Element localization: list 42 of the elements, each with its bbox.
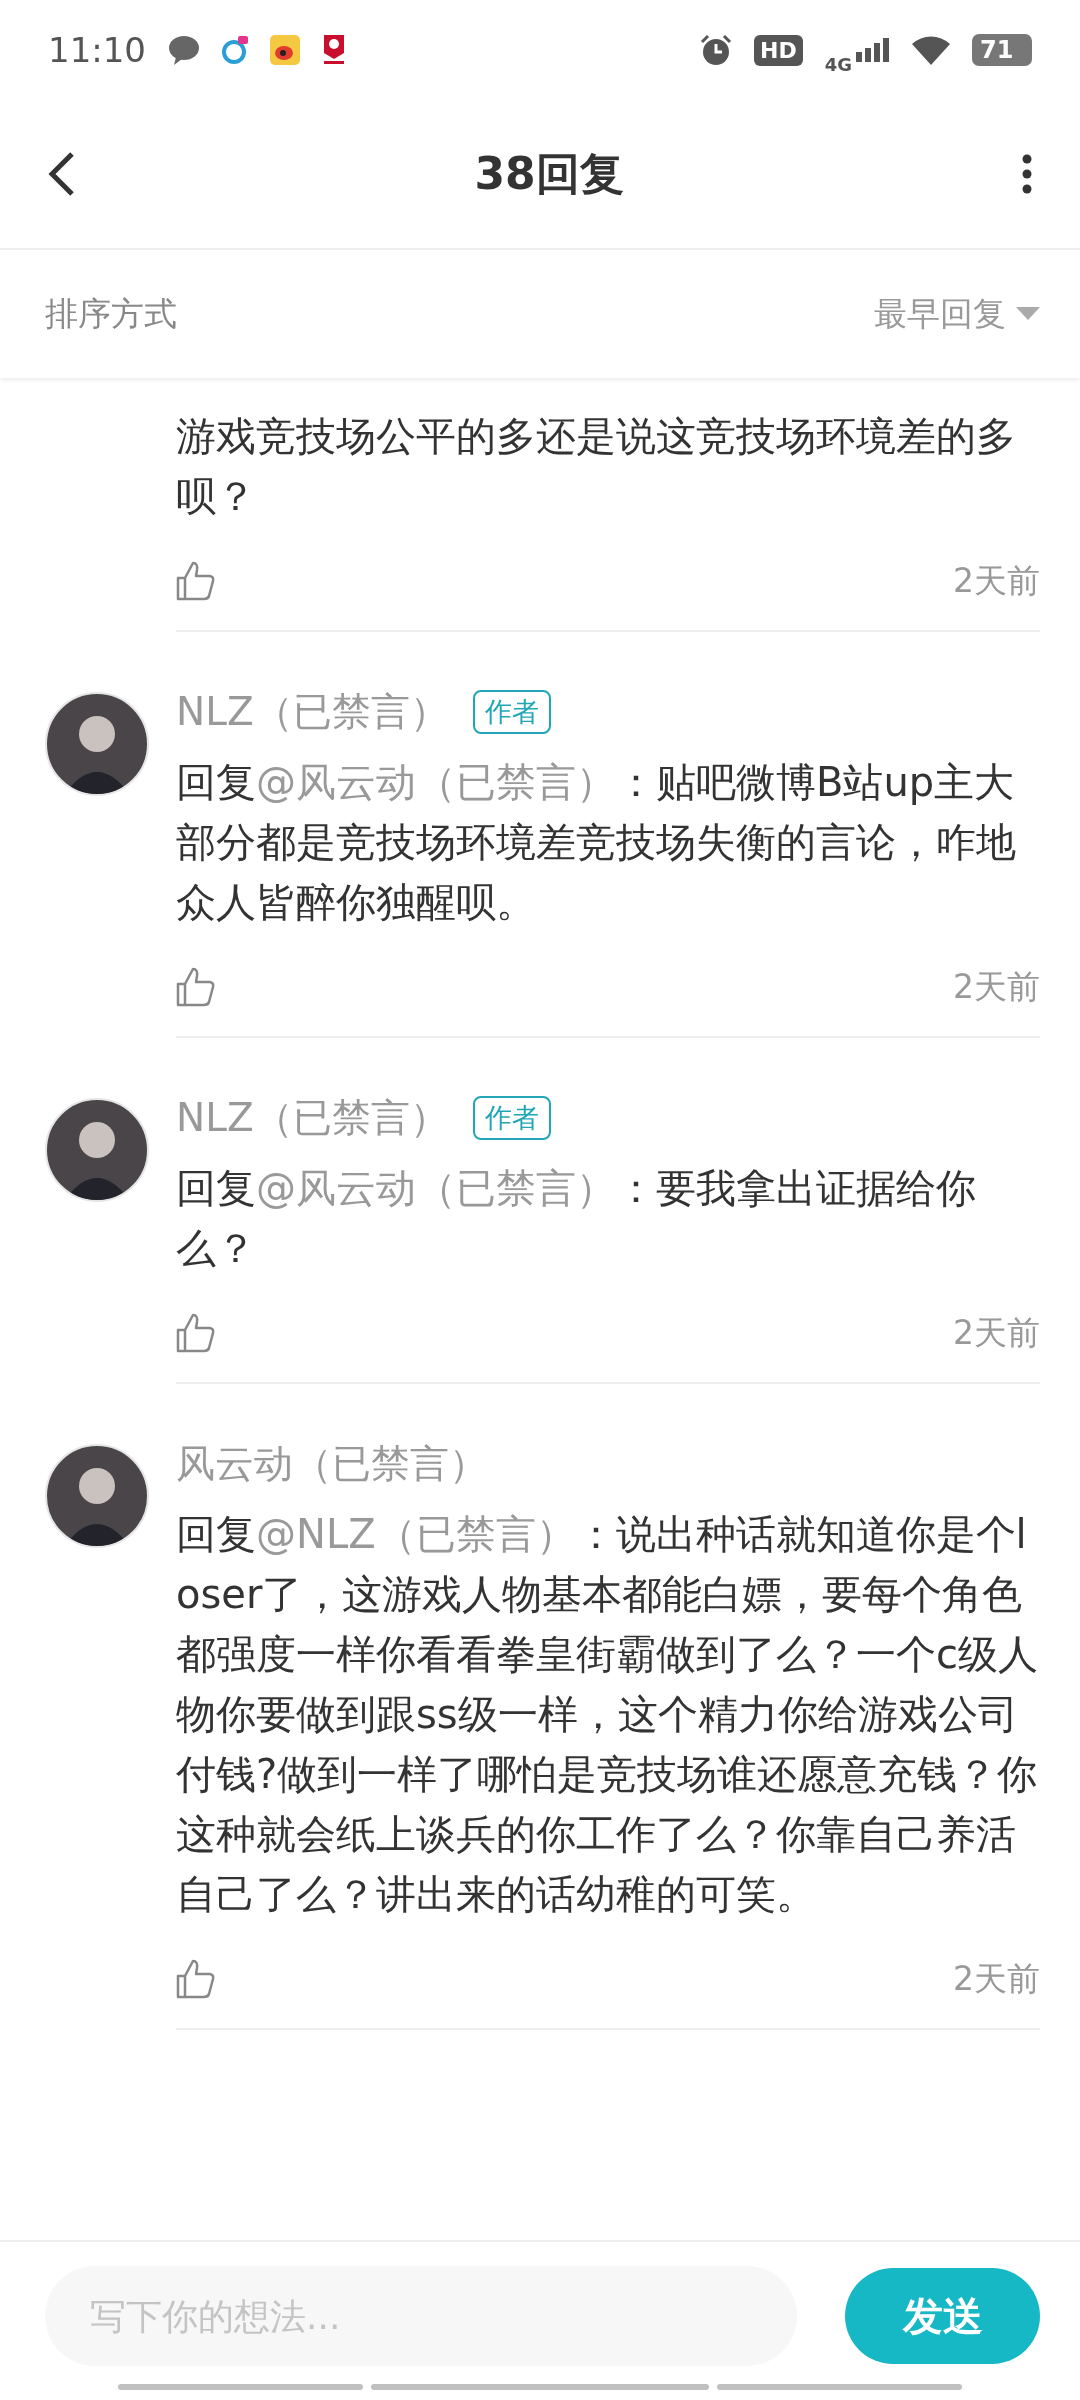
back-icon [48,150,76,198]
username[interactable]: NLZ（已禁言） [176,685,449,739]
alarm-icon [700,34,732,66]
like-button[interactable] [176,1313,216,1353]
avatar[interactable] [45,1098,149,1202]
like-button[interactable] [176,1959,216,1999]
comment-text: 回复@风云动（已禁言）：要我拿出证据给你么？ [176,1164,977,1273]
page-title: 38回复 [473,146,625,201]
timestamp: 2天前 [953,1957,1040,2000]
more-icon [1022,154,1032,194]
timestamp: 2天前 [953,965,1040,1008]
clock-time: 11:10 [48,30,146,70]
author-badge: 作者 [472,690,551,734]
network-type: 4G [824,53,852,75]
battery-indicator: 71 [972,34,1032,66]
app-notification-icon [222,36,248,64]
thumbs-up-icon [176,1959,216,1999]
avatar[interactable] [45,1444,149,1548]
sort-label: 排序方式 [45,292,177,335]
timestamp: 2天前 [953,1311,1040,1354]
comment-text: 回复@风云动（已禁言）：贴吧微博B站up主大部分都是竞技场环境差竞技场失衡的言论，咋地众人皆醉你独醒呗。 [176,758,1017,927]
comment-text: 回复@NLZ（已禁言）：说出种话就知道你是个loser了，这游戏人物基本都能白嫖，要每个角色都强度一样你看看拳皇街霸做到了么？一个c级人物你要做到跟ss级一样，这个精力你给游戏公司付钱?做到一样了哪怕是竞技场谁还愿意充钱？你这种就会纸上谈兵的你工作了么？你靠自己养活自己了么？讲出来的话幼稚的可笑。 [176,1510,1039,1919]
app-notification-icon [322,35,346,65]
thumbs-up-icon [176,561,216,601]
like-button[interactable] [176,967,216,1007]
comment-text: 游戏竞技场公平的多还是说这竞技场环境差的多呗？ [176,412,1017,521]
signal-icon [856,38,890,62]
thumbs-up-icon [176,967,216,1007]
chat-bubble-icon [168,35,200,65]
send-button[interactable]: 发送 [845,2268,1040,2364]
username[interactable]: NLZ（已禁言） [176,1091,449,1145]
username[interactable]: 风云动（已禁言） [176,1437,488,1491]
hd-indicator: HD [754,34,803,66]
author-badge: 作者 [472,1096,551,1140]
timestamp: 2天前 [953,559,1040,602]
thumbs-up-icon [176,1313,216,1353]
app-notification-icon [270,35,300,65]
wifi-icon [912,35,950,65]
like-button[interactable] [176,561,216,601]
caret-icon [1016,307,1040,321]
sort-dropdown[interactable]: 最早回复 [874,291,1040,337]
avatar[interactable] [45,692,149,796]
